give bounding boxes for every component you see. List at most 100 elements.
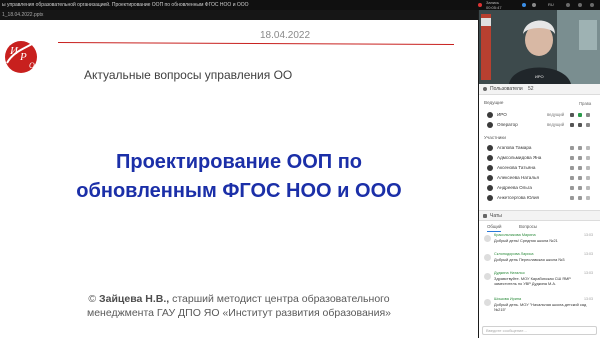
camera-off-icon[interactable] [578,146,582,150]
participant-row[interactable]: Адмсольмидова Яна [484,153,596,163]
message-author: Шишова Ирина [494,297,522,301]
presentation-file-name: 1_18.04.2022.pptx [2,12,44,18]
mic-off-icon[interactable] [570,176,574,180]
participant-name: Анкетсергова Юлия [497,195,540,200]
svg-text:И: И [9,45,19,57]
camera-off-icon[interactable] [578,196,582,200]
chat-input[interactable]: Введите сообщение... [482,326,597,335]
audio-icon[interactable] [532,3,536,7]
iro-logo: И Р О [5,39,39,73]
chat-icon [483,214,487,218]
users-icon [483,87,487,91]
avatar [487,195,493,201]
message-time: 13:03 [584,233,593,237]
message-text: Здравствуйте. МОУ Карабихская СШ ЯМР зам… [494,276,571,286]
camera-off-icon[interactable] [578,186,582,190]
camera-icon[interactable] [578,123,582,127]
participant-row[interactable]: Агапова Тамара [484,143,596,153]
message-author: Красильникова Марина [494,233,536,237]
avatar [487,165,493,171]
rights-column-label: Права [579,101,592,106]
participant-row[interactable]: Аксенова Татьяна [484,163,596,173]
conference-window: ы управления образовательной организацие… [0,0,600,338]
users-header[interactable]: Пользователи 52 [479,84,600,95]
mic-off-icon[interactable] [570,156,574,160]
message-text: Добрый день! Средняя школа №21 [494,238,558,243]
menu-icon[interactable] [586,146,590,150]
record-indicator-icon [478,3,482,7]
participant-row[interactable]: Андреева Ольга [484,183,596,193]
chat-tab-questions[interactable]: Вопросы [519,222,537,231]
avatar [484,254,491,261]
leaders-section-label: Ведущие [484,100,504,105]
chat-message: Красильникова Марина 13:03 Добрый день! … [484,233,596,250]
mic-off-icon[interactable] [570,196,574,200]
menu-icon[interactable] [586,123,590,127]
author-name: Зайцева Н.В., [99,293,170,305]
camera-off-icon[interactable] [578,166,582,170]
avatar [484,299,491,306]
avatar [487,185,493,191]
users-count: 52 [528,86,534,92]
camera-icon[interactable] [578,113,582,117]
users-header-label: Пользователи [490,86,523,92]
avatar [487,122,493,128]
avatar [487,175,493,181]
avatar [487,112,493,118]
avatar [484,273,491,280]
participant-row[interactable]: Анкетсергова Юлия [484,193,596,203]
participant-name: Андреева Ольга [497,185,532,190]
message-text: Добрый день Переславская школа №3 [494,257,565,262]
avatar [487,155,493,161]
slide-title-line-1: Проектирование ООП по [115,151,362,173]
speaker-label: ИРО [535,74,544,79]
avatar [487,145,493,151]
chat-tab-general[interactable]: Общий [487,222,502,232]
leader-row[interactable]: ИРО ведущий [484,110,596,120]
fullscreen-icon[interactable] [578,3,582,7]
user-name: Оператор [497,122,518,127]
participant-row[interactable]: Алексеева Наталья [484,173,596,183]
network-icon[interactable] [522,3,526,7]
chat-message: Склонодорова Лариса 13:03 Добрый день Пе… [484,252,596,269]
user-name: ИРО [497,112,507,117]
mic-icon[interactable] [570,113,574,117]
menu-icon[interactable] [586,196,590,200]
chat-header[interactable]: Чаты [479,210,600,221]
decorative-red-line [58,42,454,45]
chat-input-placeholder: Введите сообщение... [486,328,527,333]
speaker-video[interactable]: ИРО [479,10,600,84]
more-icon[interactable] [590,3,594,7]
speaker-video-frame [479,10,600,84]
window-title: ы управления образовательной организацие… [2,2,249,8]
chat-tabs: Общий Вопросы [479,222,600,232]
user-role: ведущий [547,112,565,117]
user-role: ведущий [547,122,565,127]
participant-name: Адмсольмидова Яна [497,155,542,160]
leader-row[interactable]: Оператор ведущий [484,120,596,130]
menu-icon[interactable] [586,166,590,170]
menu-icon[interactable] [586,186,590,190]
camera-off-icon[interactable] [578,176,582,180]
mic-off-icon[interactable] [570,186,574,190]
language-indicator[interactable]: RU [548,2,554,7]
author-organization: менеджмента ГАУ ДПО ЯО «Институт развити… [87,307,391,319]
menu-icon[interactable] [586,176,590,180]
author-position: старший методист центра образовательного [169,293,390,305]
mic-icon[interactable] [570,123,574,127]
avatar [484,235,491,242]
slide-subtitle: Актуальные вопросы управления ОО [84,68,293,82]
message-text: Добрый день. МОУ "Начальная школа-детски… [494,302,587,312]
participants-section-label: Участники [484,135,506,140]
slide-title: Проектирование ООП по обновленным ФГОС Н… [0,148,478,206]
menu-icon[interactable] [586,156,590,160]
mic-off-icon[interactable] [570,146,574,150]
slide-author: © Зайцева Н.В., старший методист центра … [0,292,478,320]
camera-off-icon[interactable] [578,156,582,160]
message-author: Дудкина Наталья [494,271,525,275]
message-author: Склонодорова Лариса [494,252,534,256]
settings-icon[interactable] [566,3,570,7]
svg-text:О: О [29,61,35,70]
mic-off-icon[interactable] [570,166,574,170]
menu-icon[interactable] [586,113,590,117]
